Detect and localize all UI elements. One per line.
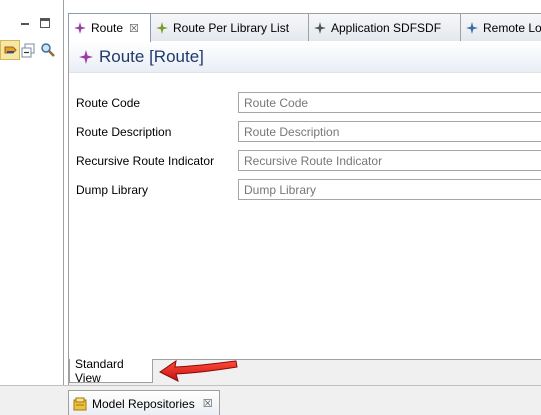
model-repositories-close-icon[interactable]: ☒ [203, 397, 213, 410]
route-code-label: Route Code [76, 96, 141, 110]
route-code-input[interactable] [238, 92, 541, 113]
red-arrow-icon [159, 359, 238, 382]
bottom-view-bar: Model Repositories ☒ [64, 385, 541, 415]
form-header: Route [Route] [69, 41, 541, 73]
route-description-label: Route Description [76, 125, 172, 139]
green-star-icon [156, 21, 168, 34]
left-panel-tools [0, 40, 64, 62]
dark-star-icon [314, 21, 326, 34]
tab-model-repositories[interactable]: Model Repositories ☒ [68, 390, 220, 415]
form-row-route-description: Route Description [69, 121, 541, 143]
recursive-route-indicator-label: Recursive Route Indicator [76, 154, 215, 168]
tab-application-sdfsdf-label: Application SDFSDF [331, 20, 442, 35]
route-star-icon [79, 49, 93, 64]
search-icon[interactable] [38, 40, 58, 60]
form-row-recursive-route-indicator: Recursive Route Indicator [69, 150, 541, 172]
blue-star-icon [466, 21, 478, 34]
tab-route-close-icon[interactable]: ☒ [129, 22, 139, 35]
tab-route-per-library-list[interactable]: Route Per Library List [150, 13, 309, 41]
tab-route[interactable]: Route ☒ [68, 13, 151, 42]
form-row-route-code: Route Code [69, 92, 541, 114]
dump-library-label: Dump Library [76, 183, 149, 197]
tab-route-per-library-list-label: Route Per Library List [173, 20, 290, 35]
route-form: Route [Route] Route Code Route Descripti… [68, 41, 541, 359]
link-editor-icon[interactable] [0, 40, 20, 60]
repository-icon [73, 397, 87, 410]
minimize-icon[interactable] [19, 17, 31, 29]
standard-view-label: Standard View [75, 356, 124, 385]
collapse-icon[interactable] [18, 40, 38, 60]
left-panel [0, 0, 64, 415]
maximize-icon[interactable] [40, 18, 50, 28]
model-repositories-label: Model Repositories [92, 396, 195, 411]
editor-tabbar: Route ☒ Route Per Library List Applicati… [68, 13, 541, 42]
recursive-route-indicator-input[interactable] [238, 150, 541, 171]
tab-route-label: Route [91, 21, 124, 35]
left-panel-toolbar [0, 13, 64, 37]
tab-standard-view[interactable]: Standard View [69, 356, 153, 385]
tab-remote-lo-label: Remote Lo [483, 20, 541, 35]
left-panel-bottom [0, 385, 64, 415]
dump-library-input[interactable] [238, 179, 541, 200]
editor-area: Route ☒ Route Per Library List Applicati… [68, 13, 541, 385]
page-title: Route [Route] [99, 46, 204, 66]
route-description-input[interactable] [238, 121, 541, 142]
form-row-dump-library: Dump Library [69, 179, 541, 201]
tab-remote-lo[interactable]: Remote Lo [460, 13, 541, 41]
editor-bottom-tabs: Standard View [68, 356, 541, 385]
tab-application-sdfsdf[interactable]: Application SDFSDF [308, 13, 461, 41]
route-star-icon [74, 22, 86, 34]
